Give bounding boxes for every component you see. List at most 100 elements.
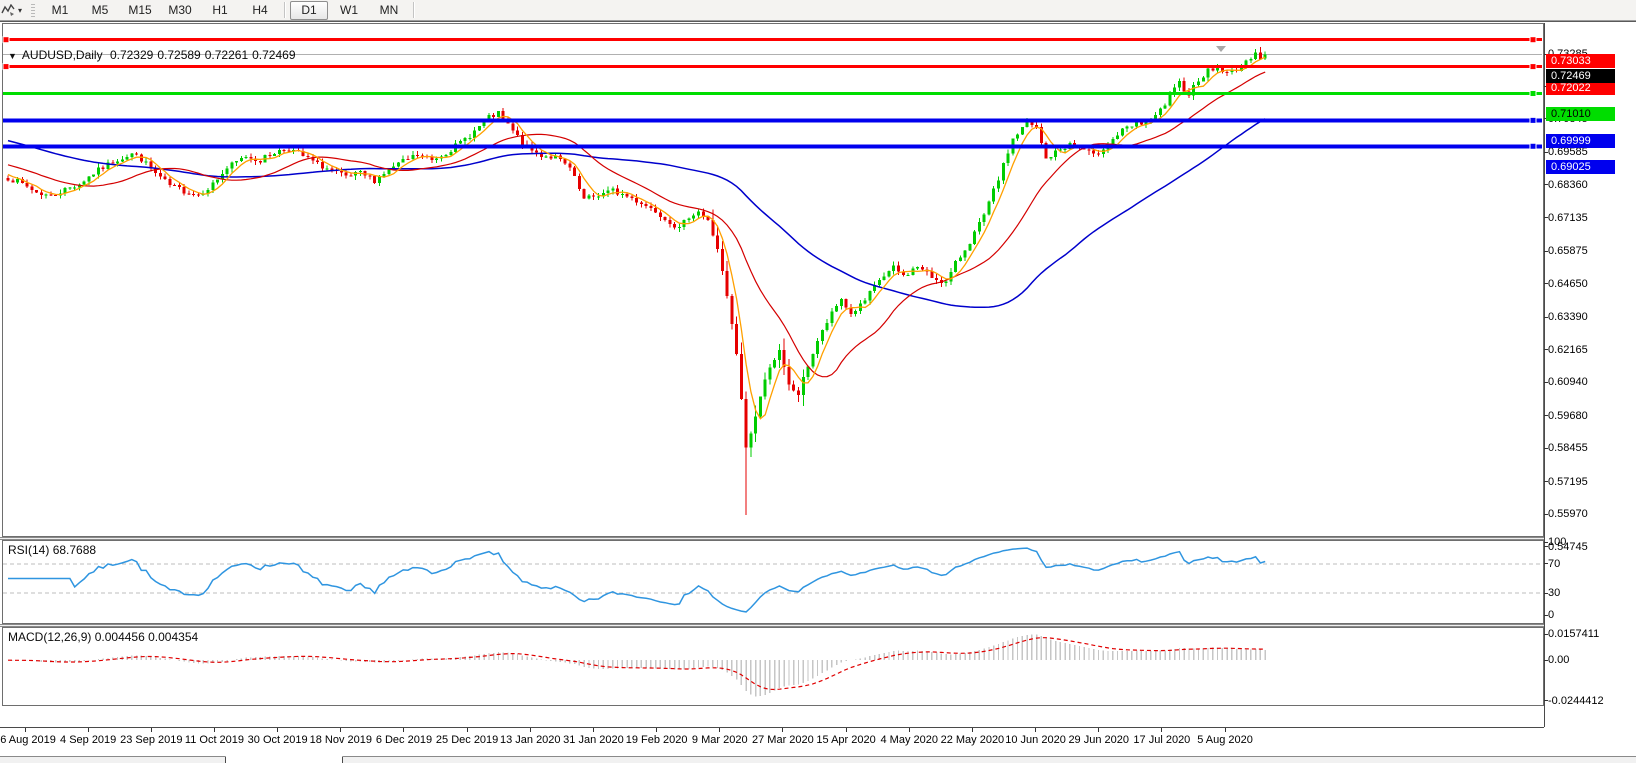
chart-tab-usdjpy-h1[interactable]: USDJPY,H1 xyxy=(1392,757,1488,763)
date-tick-mark xyxy=(88,728,89,732)
price-tick-0.58455: 0.58455 xyxy=(1548,442,1588,455)
hline-handle-right-0.72022[interactable] xyxy=(1529,63,1537,71)
date-tick-mark xyxy=(1161,728,1162,732)
chart-tab-usoil-h4[interactable]: USOil,H4 xyxy=(1312,757,1392,763)
timeframe-button-m1[interactable]: M1 xyxy=(41,1,79,20)
chart-tab-usdcnh-daily[interactable]: USDCNH,Daily xyxy=(456,757,570,763)
chart-title: ▼ AUDUSD,Daily 0.72329 0.72589 0.72261 0.724… xyxy=(8,48,300,62)
date-tick-mark xyxy=(25,728,26,732)
macd-pane[interactable] xyxy=(2,627,1544,706)
timeframe-button-w1[interactable]: W1 xyxy=(330,1,368,20)
date-tick-mark xyxy=(909,728,910,732)
chart-tab-usdchf-daily[interactable]: USDCHF,Daily xyxy=(113,757,224,763)
chart-tab-fra40-h1[interactable]: FRA40,H1 xyxy=(1225,757,1312,763)
price-tick-0.65875: 0.65875 xyxy=(1548,245,1588,258)
date-tick-mark xyxy=(530,728,531,732)
macd-tick-zero: 0.00 xyxy=(1548,654,1570,667)
timeframe-button-m5[interactable]: M5 xyxy=(81,1,119,20)
chart-tab-eurusd-daily[interactable]: EURUSD,Daily xyxy=(0,757,113,763)
chart-tool-icon[interactable]: ▾ xyxy=(0,1,26,19)
current-price-badge: 0.72469 xyxy=(1546,68,1615,83)
chart-tab-bar: EURUSD,DailyUSDCHF,DailyAUDUSD,DailyUSDC… xyxy=(0,756,1636,763)
price-tick-0.63390: 0.63390 xyxy=(1548,311,1588,324)
date-tick-mark xyxy=(782,728,783,732)
rsi-tick-70: 70 xyxy=(1548,557,1561,570)
rsi-pane[interactable] xyxy=(2,540,1544,624)
macd-tick-bottom: -0.0244412 xyxy=(1548,694,1604,707)
chart-tab-usdcad-daily[interactable]: USDCAD,Daily xyxy=(343,757,456,763)
price-tick-0.62165: 0.62165 xyxy=(1548,343,1588,356)
date-tick-mark xyxy=(1098,728,1099,732)
hline-handle-left-0.72022[interactable] xyxy=(2,63,10,71)
chart-tab-gbpusd-h4[interactable]: GBPUSD,H4 xyxy=(684,757,785,763)
chart-tab-eurusd-daily[interactable]: EURUSD,Daily xyxy=(570,757,683,763)
macd-label: MACD(12,26,9) 0.004456 0.004354 xyxy=(8,630,199,644)
chart-tab-uk100-h1[interactable]: UK100,H1 xyxy=(964,757,1050,763)
timeframe-button-h4[interactable]: H4 xyxy=(241,1,279,20)
ohlc-close: 0.72469 xyxy=(252,48,296,62)
price-tick-0.64650: 0.64650 xyxy=(1548,277,1588,290)
hline-handle-right-0.69025[interactable] xyxy=(1529,142,1537,150)
date-tick-mark xyxy=(403,728,404,732)
price-tick-0.57195: 0.57195 xyxy=(1548,475,1588,488)
toolbar-separator xyxy=(284,2,286,18)
date-tick-mark xyxy=(467,728,468,732)
symbol-period-label: AUDUSD,Daily xyxy=(21,48,103,62)
date-tick-mark xyxy=(1225,728,1226,732)
price-axis: 0.732850.720700.708450.695850.683600.671… xyxy=(1544,22,1636,756)
date-tick-mark xyxy=(972,728,973,732)
price-tick-0.68360: 0.68360 xyxy=(1548,178,1588,191)
hline-handle-right-0.71010[interactable] xyxy=(1529,89,1537,97)
chart-shift-marker[interactable] xyxy=(1216,46,1226,52)
price-tick-0.59680: 0.59680 xyxy=(1548,409,1588,422)
date-tick-mark xyxy=(340,728,341,732)
macd-tick-top: 0.0157411 xyxy=(1548,628,1600,640)
chart-tab-dj30-daily[interactable]: DJ30,Daily xyxy=(1488,757,1577,763)
chart-tab-uk100-h1[interactable]: UK100,H1 xyxy=(1050,757,1136,763)
timeframe-buttons: M1 M5 M15 M30 H1 H4 D1 W1 MN xyxy=(40,0,418,20)
price-tick-0.55970: 0.55970 xyxy=(1548,508,1588,521)
timeframe-button-m30[interactable]: M30 xyxy=(161,1,199,20)
mt4-window: ▾ M1 M5 M15 M30 H1 H4 D1 W1 MN ▼ AUDUSD,Daily 0.7… xyxy=(0,0,1636,763)
date-tick-mark xyxy=(656,728,657,732)
price-badge-0.69999: 0.69999 xyxy=(1546,134,1615,149)
price-badge-0.73033: 0.73033 xyxy=(1546,53,1615,68)
toolbar-separator xyxy=(413,2,415,18)
price-badge-0.69025: 0.69025 xyxy=(1546,160,1615,175)
chart-window: ▼ AUDUSD,Daily 0.72329 0.72589 0.72261 0.724… xyxy=(0,21,1636,763)
chart-tab-xauusd-h1[interactable]: XAUUSD,H1 xyxy=(785,757,885,763)
ohlc-open: 0.72329 xyxy=(109,48,154,62)
timeframe-toolbar: ▾ M1 M5 M15 M30 H1 H4 D1 W1 MN xyxy=(0,0,1636,21)
rsi-label: RSI(14) 68.7688 xyxy=(8,543,97,557)
date-tick-mark xyxy=(719,728,720,732)
timeframe-button-mn[interactable]: MN xyxy=(370,1,408,20)
timeframe-button-d1[interactable]: D1 xyxy=(290,0,329,20)
date-tick-mark xyxy=(277,728,278,732)
toolbar-grip[interactable] xyxy=(31,3,36,17)
rsi-tick-30: 30 xyxy=(1548,587,1561,600)
date-tick-mark xyxy=(846,728,847,732)
date-tick-mark xyxy=(214,728,215,732)
rsi-value: 68.7688 xyxy=(52,543,97,557)
main-chart-pane[interactable] xyxy=(2,23,1544,537)
date-label: 5 Aug 2020 xyxy=(1197,734,1253,746)
hline-handle-left-0.73033[interactable] xyxy=(2,36,10,44)
macd-signal-value: 0.004354 xyxy=(148,630,199,644)
date-tick-mark xyxy=(151,728,152,732)
collapse-icon[interactable]: ▼ xyxy=(8,51,17,61)
tool-dropdown-caret[interactable]: ▾ xyxy=(18,6,22,15)
macd-main-value: 0.004456 xyxy=(94,630,145,644)
hline-handle-right-0.69999[interactable] xyxy=(1529,116,1537,124)
timeframe-button-m15[interactable]: M15 xyxy=(121,1,159,20)
chart-tab-hk50-h1[interactable]: HK50,H1 xyxy=(885,757,964,763)
chart-tab-china300-h1[interactable]: CHINA300,H1 xyxy=(1577,757,1636,763)
chart-tab-audusd-daily[interactable]: AUDUSD,Daily xyxy=(224,756,343,763)
time-axis: 16 Aug 2019 4 Sep 2019 23 Sep 2019 11 Oct 2… xyxy=(0,727,1544,757)
price-badge-0.71010: 0.71010 xyxy=(1546,107,1615,122)
timeframe-button-h1[interactable]: H1 xyxy=(201,1,239,20)
date-tick-mark xyxy=(593,728,594,732)
chart-tab-ger30-h1[interactable]: GER30,H1 xyxy=(1136,757,1225,763)
hline-handle-right-0.73033[interactable] xyxy=(1529,36,1537,44)
price-tick-0.60940: 0.60940 xyxy=(1548,376,1588,389)
ohlc-high: 0.72589 xyxy=(157,48,201,62)
